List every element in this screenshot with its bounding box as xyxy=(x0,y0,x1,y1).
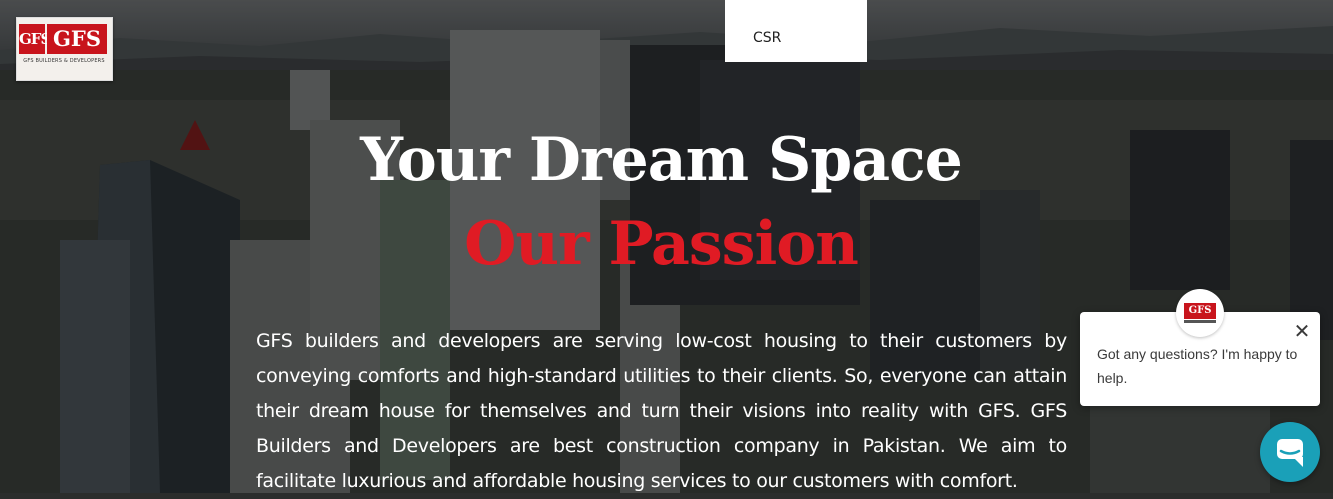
avatar-logo-mark: GFS xyxy=(1184,303,1216,319)
chat-agent-avatar: GFS xyxy=(1176,289,1224,337)
nav-dropdown: CSR xyxy=(725,0,867,62)
close-icon[interactable]: ✕ xyxy=(1292,321,1312,341)
chat-launcher-button[interactable] xyxy=(1260,422,1320,482)
hero-title: Your Dream Space xyxy=(360,125,963,195)
logo-mark: GFS xyxy=(19,24,51,54)
chat-greeting-text: Got any questions? I'm happy to help. xyxy=(1097,346,1298,386)
logo-wordmark: GFS xyxy=(47,24,107,54)
chat-bubble-icon xyxy=(1277,439,1303,467)
hero-description: GFS builders and developers are serving … xyxy=(256,330,1067,492)
avatar-logo-tag xyxy=(1184,320,1216,323)
logo-tagline: GFS BUILDERS & DEVELOPERS xyxy=(23,58,105,64)
site-logo[interactable]: GFS GFS GFS BUILDERS & DEVELOPERS xyxy=(16,17,113,81)
nav-item-csr[interactable]: CSR xyxy=(753,30,781,46)
hero-subtitle: Our Passion xyxy=(464,209,859,279)
